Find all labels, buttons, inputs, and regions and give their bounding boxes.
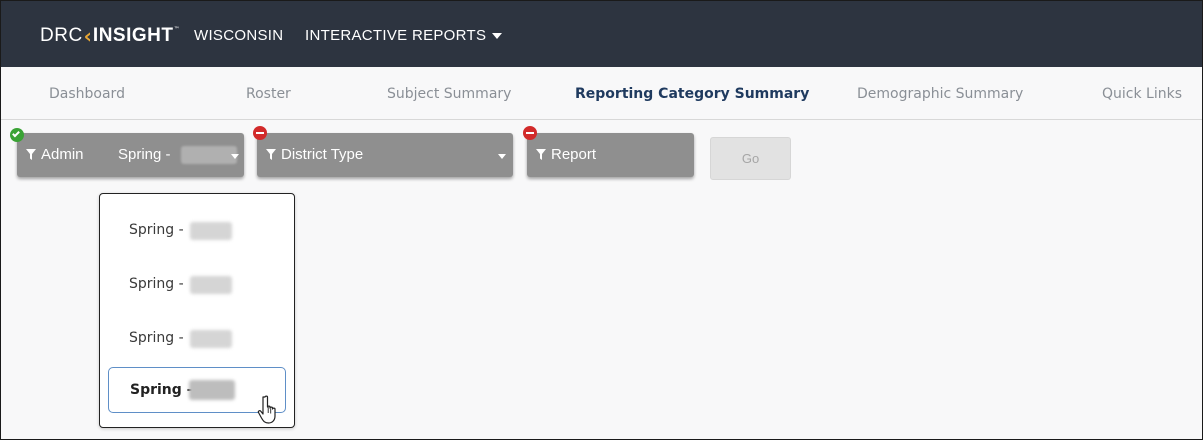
redacted-year bbox=[190, 222, 232, 240]
tab-dashboard[interactable]: Dashboard bbox=[49, 86, 125, 102]
tab-reporting-category-summary[interactable]: Reporting Category Summary bbox=[575, 86, 809, 102]
chevron-down-icon[interactable] bbox=[231, 154, 239, 159]
drc-insight-logo[interactable]: DRC ‹ INSIGHT ™ bbox=[40, 23, 179, 49]
tab-demographic-summary[interactable]: Demographic Summary bbox=[857, 86, 1023, 102]
logo-prefix: DRC bbox=[40, 25, 83, 46]
report-filter-button[interactable]: Report bbox=[527, 133, 694, 177]
admin-option-label: Spring - bbox=[130, 382, 193, 398]
logo-arc-glyph: ‹ bbox=[83, 24, 92, 48]
district-type-filter-button[interactable]: District Type bbox=[257, 133, 513, 177]
chevron-down-icon[interactable] bbox=[498, 154, 506, 159]
top-nav-bar: DRC ‹ INSIGHT ™ WISCONSIN INTERACTIVE RE… bbox=[1, 1, 1202, 67]
admin-option[interactable]: Spring - bbox=[108, 262, 286, 308]
admin-filter-value: Spring - bbox=[118, 146, 171, 163]
funnel-icon bbox=[26, 149, 36, 160]
admin-dropdown-menu: Spring - Spring - Spring - Spring - bbox=[99, 193, 295, 428]
logo-name: INSIGHT bbox=[92, 25, 174, 46]
redacted-year bbox=[190, 276, 232, 294]
interactive-reports-menu[interactable]: INTERACTIVE REPORTS bbox=[305, 27, 486, 44]
tab-roster[interactable]: Roster bbox=[246, 86, 291, 102]
redacted-year bbox=[189, 380, 235, 400]
admin-filter-button[interactable]: Admin Spring - bbox=[17, 133, 244, 177]
admin-option-label: Spring - bbox=[129, 222, 184, 238]
report-tabs: Dashboard Roster Subject Summary Reporti… bbox=[1, 67, 1202, 120]
funnel-icon bbox=[536, 149, 546, 160]
minus-circle-icon bbox=[253, 126, 267, 140]
admin-option[interactable]: Spring - bbox=[108, 316, 286, 362]
admin-option-label: Spring - bbox=[129, 276, 184, 292]
chevron-down-icon[interactable] bbox=[492, 33, 502, 39]
go-button[interactable]: Go bbox=[710, 137, 791, 180]
app-window: DRC ‹ INSIGHT ™ WISCONSIN INTERACTIVE RE… bbox=[0, 0, 1203, 440]
tab-subject-summary[interactable]: Subject Summary bbox=[387, 86, 511, 102]
logo-trademark: ™ bbox=[173, 26, 180, 33]
hand-pointer-icon bbox=[257, 395, 276, 424]
check-circle-icon bbox=[10, 128, 24, 142]
redacted-year bbox=[181, 146, 237, 164]
report-filter-label: Report bbox=[551, 146, 597, 163]
district-type-filter-label: District Type bbox=[281, 146, 364, 163]
admin-option-label: Spring - bbox=[129, 330, 184, 346]
admin-option[interactable]: Spring - bbox=[108, 208, 286, 254]
funnel-icon bbox=[266, 149, 276, 160]
redacted-year bbox=[190, 330, 232, 348]
state-label[interactable]: WISCONSIN bbox=[194, 27, 283, 44]
admin-filter-label: Admin bbox=[41, 146, 84, 163]
minus-circle-icon bbox=[523, 126, 537, 140]
tab-quick-links[interactable]: Quick Links bbox=[1102, 86, 1182, 102]
